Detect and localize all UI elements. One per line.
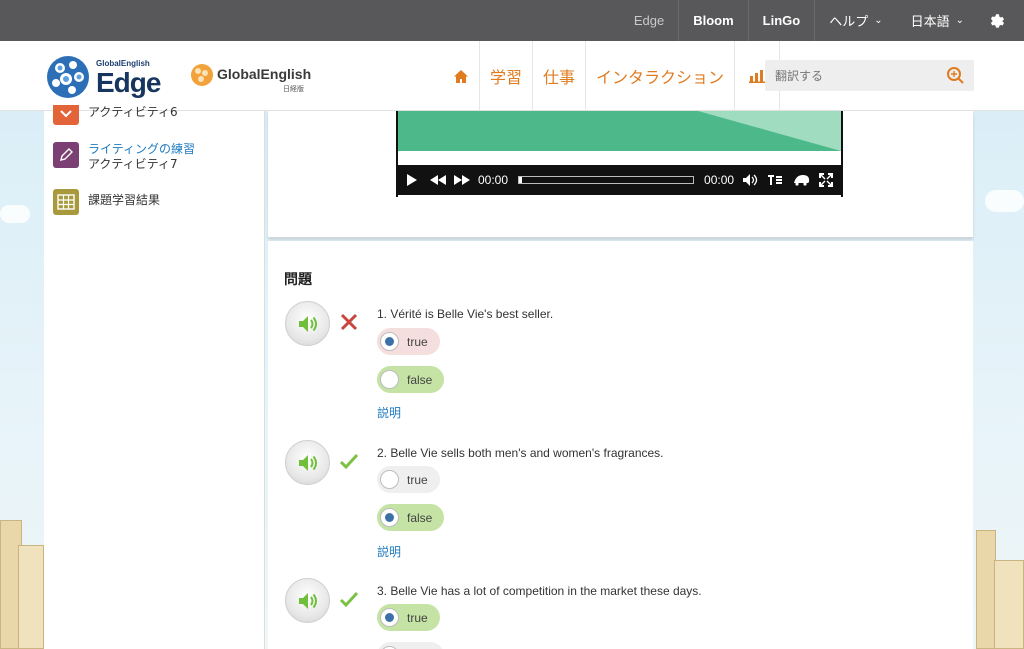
globalenglish-logo-text: GlobalEnglish: [217, 66, 312, 82]
globalenglish-globe-icon: [191, 64, 213, 86]
settings-button[interactable]: [978, 0, 1024, 41]
explanation-link[interactable]: 説明: [377, 543, 401, 560]
language-menu[interactable]: 日本語 ⌄: [897, 0, 978, 41]
rewind-icon[interactable]: [430, 175, 446, 185]
nav-work[interactable]: 仕事: [533, 41, 587, 111]
correct-checkmark-icon: [339, 453, 359, 470]
volume-icon[interactable]: [742, 173, 758, 187]
fast-forward-icon[interactable]: [454, 175, 470, 185]
bar-chart-icon: [749, 70, 766, 83]
activity-icon: [53, 105, 79, 125]
answer-option-label: true: [407, 334, 428, 349]
explanation-link[interactable]: 説明: [377, 404, 401, 421]
site-header: GlobalEnglish Edge GlobalEnglish 日経版 学習 …: [0, 41, 1024, 111]
edge-logo-text: Edge: [96, 67, 161, 98]
sidebar-item-title[interactable]: ライティングの練習: [88, 142, 195, 157]
sidebar-item-results[interactable]: 課題学習結果: [53, 189, 160, 215]
gear-icon: [990, 13, 1005, 28]
answer-option-label: true: [407, 472, 428, 487]
globalenglish-logo-subtitle: 日経版: [283, 85, 304, 93]
audio-play-button[interactable]: [285, 301, 330, 346]
fullscreen-icon[interactable]: [819, 173, 834, 187]
video-frame: [398, 111, 841, 151]
globalenglish-logo[interactable]: GlobalEnglish 日経版: [190, 63, 320, 97]
answer-option-label: false: [407, 372, 433, 387]
answer-option-false[interactable]: false: [377, 366, 445, 393]
answer-option-label: true: [407, 610, 428, 625]
video-panel: 00:00 00:00: [268, 111, 973, 238]
pencil-icon: [53, 142, 79, 168]
radio-button[interactable]: [380, 508, 399, 527]
activity-sidebar: アクティビティ6 ライティングの練習 アクティビティ7 課題学習結果: [44, 105, 265, 649]
translate-input[interactable]: [765, 61, 935, 90]
sidebar-item-activity6[interactable]: アクティビティ6: [53, 105, 178, 125]
answer-option-true[interactable]: true: [377, 328, 440, 355]
nav-home[interactable]: [445, 41, 480, 111]
top-bar: Edge Bloom LinGo ヘルプ ⌄ 日本語 ⌄: [0, 0, 1024, 41]
answer-option-true[interactable]: true: [377, 466, 440, 493]
product-link-bloom[interactable]: Bloom: [678, 0, 747, 41]
transcript-icon[interactable]: [767, 174, 783, 186]
sidebar-item-label: 課題学習結果: [88, 193, 161, 207]
nav-learning[interactable]: 学習: [480, 41, 534, 111]
edge-globe-icon: [47, 56, 89, 98]
play-icon[interactable]: [406, 173, 418, 187]
radio-button[interactable]: [380, 332, 399, 351]
video-total-time: 00:00: [704, 173, 735, 187]
home-icon: [454, 69, 468, 83]
answer-option-false[interactable]: false: [377, 504, 445, 531]
answer-option-true[interactable]: true: [377, 604, 440, 631]
answer-option-false[interactable]: false: [377, 642, 445, 649]
speaker-icon: [298, 315, 317, 332]
edge-logo[interactable]: GlobalEnglish Edge: [46, 55, 176, 101]
results-grid-icon: [53, 189, 79, 215]
video-current-time: 00:00: [478, 173, 509, 187]
sidebar-item-writing[interactable]: ライティングの練習 アクティビティ7: [53, 142, 195, 172]
slow-speed-icon[interactable]: [792, 174, 810, 186]
video-controls: 00:00 00:00: [398, 165, 841, 195]
chevron-down-icon: ⌄: [874, 15, 883, 26]
product-link-lingo[interactable]: LinGo: [747, 0, 815, 41]
question-text: 1. Vérité is Belle Vie's best seller.: [377, 307, 554, 321]
sidebar-item-label: アクティビティ7: [88, 157, 178, 171]
speaker-icon: [298, 592, 317, 609]
speaker-icon: [298, 454, 317, 471]
product-link-edge[interactable]: Edge: [620, 0, 678, 41]
questions-panel: 問題 1. Vérité is Belle Vie's best seller.…: [268, 241, 973, 649]
radio-button[interactable]: [380, 470, 399, 489]
incorrect-icon: [340, 313, 358, 331]
radio-button[interactable]: [380, 370, 399, 389]
questions-heading: 問題: [284, 272, 312, 288]
question-text: 2. Belle Vie sells both men's and women'…: [377, 446, 664, 460]
radio-button[interactable]: [380, 608, 399, 627]
answer-option-label: false: [407, 510, 433, 525]
nav-interaction[interactable]: インタラクション: [586, 41, 736, 111]
translate-search: [765, 60, 974, 91]
video-progress-bar[interactable]: [518, 176, 695, 184]
correct-checkmark-icon: [339, 591, 359, 608]
audio-play-button[interactable]: [285, 440, 330, 485]
main-content: 00:00 00:00 問題 1. Vérité is Belle Vie's …: [268, 111, 973, 649]
sidebar-item-label: アクティビティ6: [88, 105, 178, 119]
chevron-down-icon: ⌄: [955, 15, 964, 26]
help-menu[interactable]: ヘルプ ⌄: [814, 0, 896, 41]
translate-icon[interactable]: [946, 66, 966, 84]
video-player[interactable]: 00:00 00:00: [396, 111, 843, 197]
question-text: 3. Belle Vie has a lot of competition in…: [377, 584, 702, 598]
main-nav: 学習 仕事 インタラクション: [445, 41, 781, 111]
audio-play-button[interactable]: [285, 578, 330, 623]
